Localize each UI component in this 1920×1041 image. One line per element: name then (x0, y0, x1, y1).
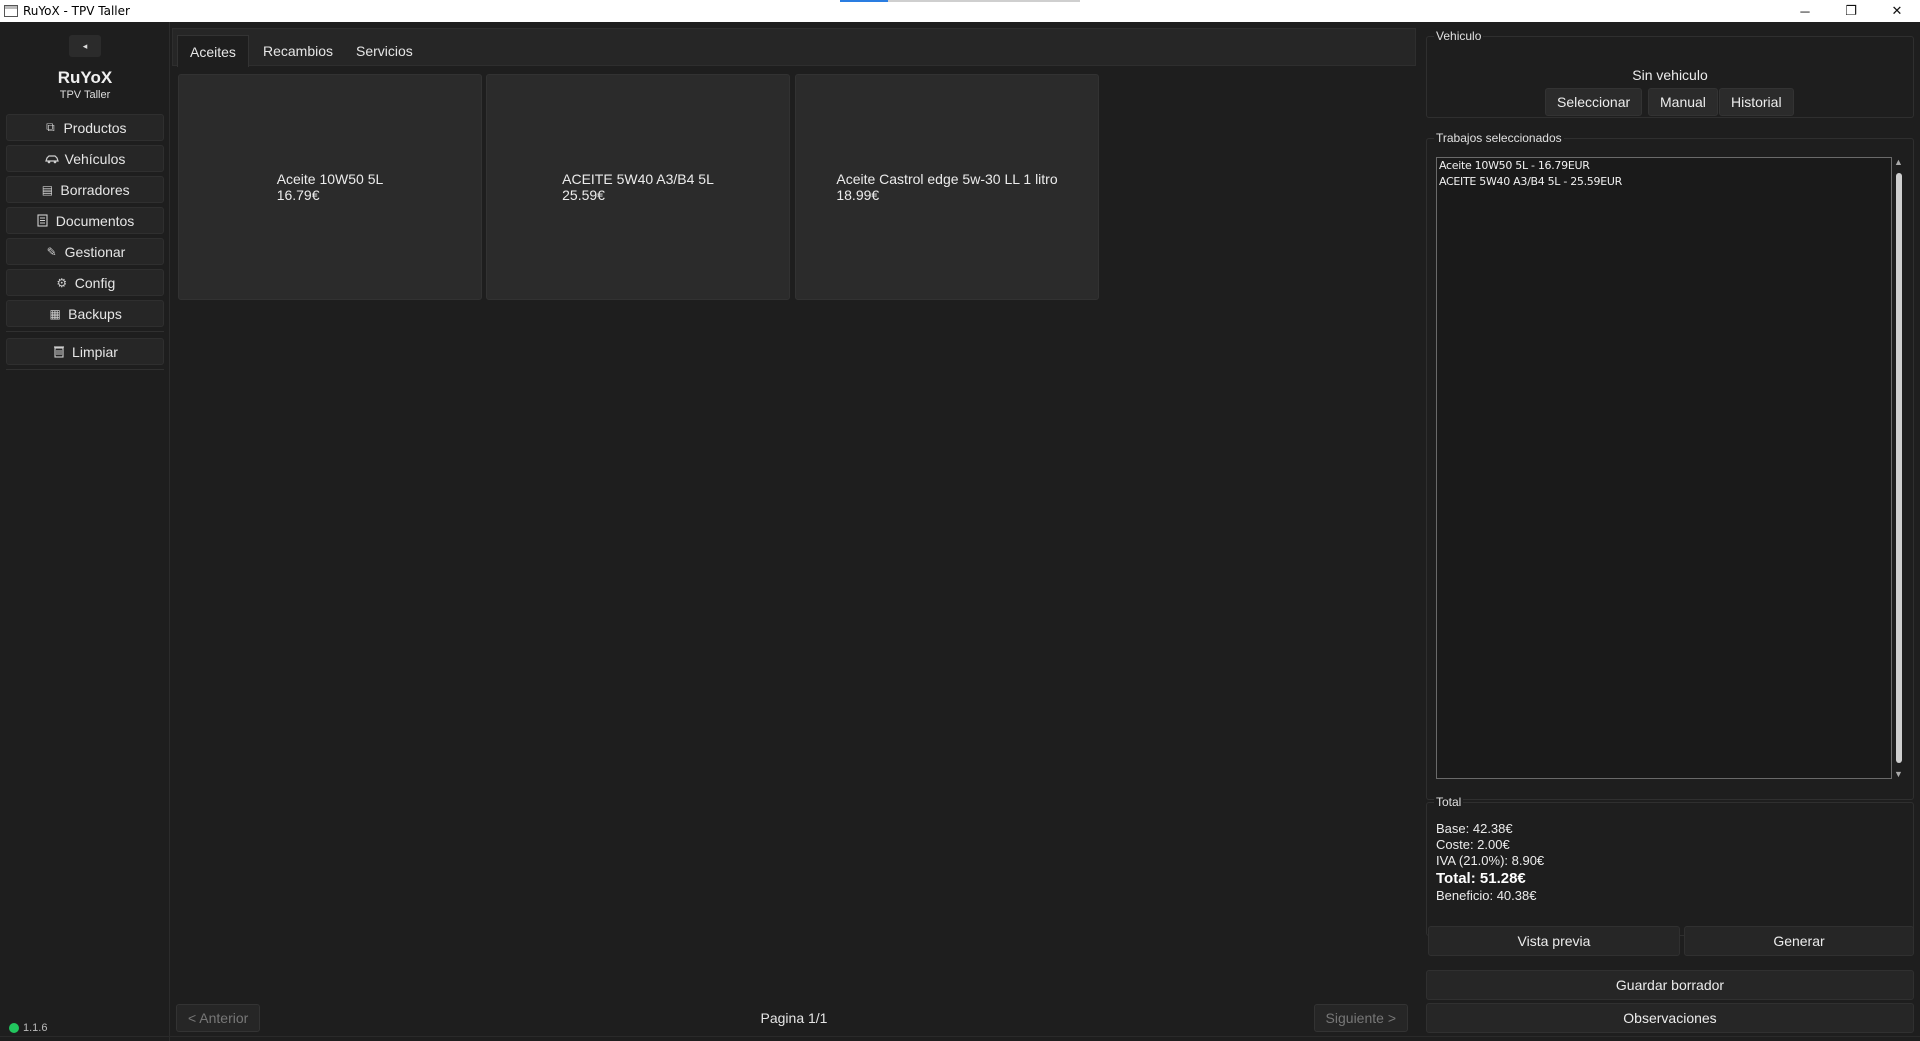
sidebar: ◂ RuYoX TPV Taller ⧉ Productos Vehículos… (0, 22, 170, 1041)
collapse-sidebar-button[interactable]: ◂ (69, 35, 101, 57)
sidebar-item-label: Borradores (60, 181, 130, 198)
preview-button[interactable]: Vista previa (1428, 926, 1680, 956)
vehicle-group: Vehiculo Sin vehiculo Seleccionar Manual… (1426, 29, 1914, 118)
product-card[interactable]: ACEITE 5W40 A3/B4 5L 25.59€ (486, 74, 790, 300)
loading-progress-bar (840, 0, 1080, 2)
version-label: 1.1.6 (23, 1022, 48, 1034)
window-bottom-edge (0, 1036, 1920, 1037)
category-tabs: Aceites Recambios Servicios (172, 28, 1416, 67)
scroll-thumb[interactable] (1896, 173, 1902, 763)
products-panel: Aceites Recambios Servicios Aceite 10W50… (172, 28, 1416, 1041)
vehicle-group-title: Vehiculo (1434, 29, 1484, 43)
tab-servicios[interactable]: Servicios (344, 35, 425, 67)
product-name: Aceite 10W50 5L (276, 171, 384, 187)
vehicle-status: Sin vehiculo (1632, 67, 1708, 83)
restore-button[interactable]: ❐ (1828, 0, 1874, 22)
base-amount: Base: 42.38€ (1436, 821, 1513, 836)
sidebar-item-label: Gestionar (64, 243, 126, 260)
sidebar-divider (6, 369, 164, 370)
ticket-panel: Vehiculo Sin vehiculo Seleccionar Manual… (1426, 22, 1920, 1041)
totals-group: Total Base: 42.38€ Coste: 2.00€ IVA (21.… (1426, 795, 1914, 936)
sidebar-item-backups[interactable]: ▦ Backups (6, 300, 164, 327)
tab-aceites[interactable]: Aceites (177, 35, 249, 67)
clear-button-label: Limpiar (72, 343, 118, 360)
car-icon (44, 152, 59, 166)
sidebar-item-productos[interactable]: ⧉ Productos (6, 114, 164, 141)
sidebar-item-vehiculos[interactable]: Vehículos (6, 145, 164, 172)
selected-jobs-group: Trabajos seleccionados Aceite 10W50 5L -… (1426, 131, 1914, 800)
select-vehicle-button[interactable]: Seleccionar (1545, 88, 1643, 116)
sidebar-item-label: Vehículos (64, 150, 126, 167)
generate-button[interactable]: Generar (1684, 926, 1914, 956)
box-icon: ⧉ (46, 120, 55, 134)
total-amount: Total: 51.28€ (1436, 870, 1526, 887)
backup-icon: ▦ (49, 306, 61, 321)
product-price: 25.59€ (562, 187, 605, 203)
trash-icon (52, 345, 66, 359)
totals-title: Total (1434, 795, 1464, 809)
sidebar-divider (6, 331, 164, 332)
vehicle-history-button[interactable]: Historial (1719, 88, 1794, 116)
sidebar-item-borradores[interactable]: ▤ Borradores (6, 176, 164, 203)
vat-amount: IVA (21.0%): 8.90€ (1436, 853, 1545, 868)
notes-button[interactable]: Observaciones (1426, 1003, 1914, 1033)
list-item[interactable]: ACEITE 5W40 A3/B4 5L - 25.59EUR (1437, 174, 1891, 190)
selected-jobs-title: Trabajos seleccionados (1434, 131, 1564, 145)
version-indicator: 1.1.6 (9, 1022, 47, 1034)
status-dot-icon (9, 1023, 19, 1033)
window-title: RuYoX - TPV Taller (23, 4, 130, 18)
pencil-icon: ✎ (46, 244, 57, 259)
sidebar-item-label: Productos (63, 119, 127, 136)
selected-jobs-list[interactable]: Aceite 10W50 5L - 16.79EUR ACEITE 5W40 A… (1436, 157, 1892, 779)
sidebar-item-label: Documentos (55, 212, 135, 229)
profit-amount: Beneficio: 40.38€ (1436, 888, 1537, 903)
clear-button[interactable]: Limpiar (6, 338, 164, 365)
pagination: < Anterior Pagina 1/1 Siguiente > (172, 1002, 1416, 1032)
product-name: ACEITE 5W40 A3/B4 5L (562, 171, 714, 187)
jobs-scrollbar[interactable]: ▲ ▼ (1893, 157, 1905, 779)
save-draft-button[interactable]: Guardar borrador (1426, 970, 1914, 1000)
drafts-icon: ▤ (41, 182, 54, 197)
sidebar-item-documentos[interactable]: Documentos (6, 207, 164, 234)
manual-vehicle-button[interactable]: Manual (1648, 88, 1718, 116)
sidebar-nav: ⧉ Productos Vehículos ▤ Borradores Docum… (6, 114, 164, 370)
sidebar-item-label: Config (74, 274, 116, 291)
sidebar-item-config[interactable]: ⚙ Config (6, 269, 164, 296)
list-item[interactable]: Aceite 10W50 5L - 16.79EUR (1437, 158, 1891, 174)
sidebar-item-gestionar[interactable]: ✎ Gestionar (6, 238, 164, 265)
cost-amount: Coste: 2.00€ (1436, 837, 1510, 852)
window-titlebar: RuYoX - TPV Taller ─ ❐ ✕ (0, 0, 1920, 22)
product-price: 16.79€ (276, 187, 320, 203)
gear-icon: ⚙ (56, 275, 68, 290)
scroll-down-icon[interactable]: ▼ (1894, 769, 1903, 779)
product-card[interactable]: Aceite Castrol edge 5w-30 LL 1 litro 18.… (795, 74, 1099, 300)
brand-subtitle: TPV Taller (59, 89, 111, 101)
scroll-up-icon[interactable]: ▲ (1894, 157, 1903, 167)
sidebar-item-label: Backups (68, 305, 122, 322)
product-card[interactable]: Aceite 10W50 5L 16.79€ (178, 74, 482, 300)
page-indicator: Pagina 1/1 (760, 1010, 828, 1026)
next-page-button[interactable]: Siguiente > (1313, 1004, 1408, 1032)
document-icon (36, 214, 50, 228)
brand-name: RuYoX (57, 68, 113, 87)
tab-recambios[interactable]: Recambios (251, 35, 345, 67)
minimize-button[interactable]: ─ (1782, 0, 1828, 22)
app-icon (4, 5, 18, 17)
close-button[interactable]: ✕ (1874, 0, 1920, 22)
product-name: Aceite Castrol edge 5w-30 LL 1 litro (836, 171, 1058, 187)
product-price: 18.99€ (836, 187, 880, 203)
